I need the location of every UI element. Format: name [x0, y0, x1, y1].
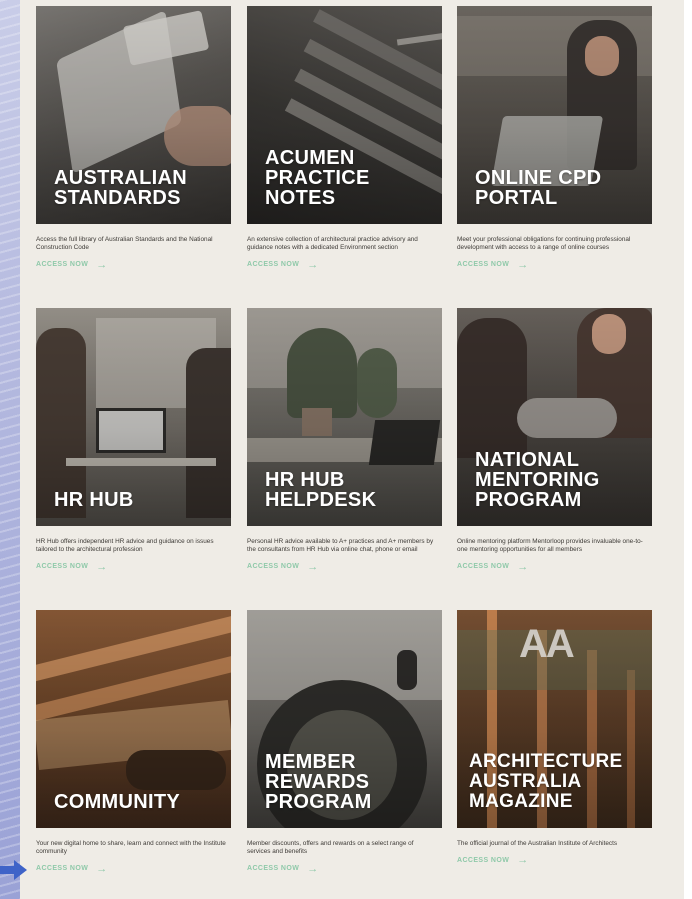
tile-title: ONLINE CPD PORTAL	[475, 167, 602, 209]
tile-title: COMMUNITY	[54, 791, 181, 813]
tile-title: NATIONAL MENTORING PROGRAM	[475, 449, 600, 511]
access-now-link[interactable]: ACCESS NOW →	[36, 862, 231, 875]
tile-national-mentoring-program[interactable]: NATIONAL MENTORING PROGRAM	[457, 308, 652, 526]
tile-title: MEMBER REWARDS PROGRAM	[265, 751, 372, 813]
access-now-link[interactable]: ACCESS NOW →	[36, 258, 231, 271]
access-now-label: ACCESS NOW	[457, 856, 510, 864]
tile-hr-hub[interactable]: HR HUB	[36, 308, 231, 526]
tile-title: HR HUB	[54, 489, 134, 511]
card-description: Online mentoring platform Mentorloop pro…	[457, 538, 643, 554]
card-community: COMMUNITY Your new digital home to share…	[36, 610, 231, 875]
card-australian-standards: AUSTRALIAN STANDARDS Access the full lib…	[36, 6, 231, 271]
tile-acumen-practice-notes[interactable]: ACUMEN PRACTICE NOTES	[247, 6, 442, 224]
arrow-right-icon: →	[517, 854, 529, 867]
arrow-right-icon: →	[517, 258, 529, 271]
access-now-link[interactable]: ACCESS NOW →	[457, 854, 652, 867]
card-description: Access the full library of Australian St…	[36, 236, 213, 252]
arrow-right-icon: →	[517, 560, 529, 573]
tile-title: ACUMEN PRACTICE NOTES	[265, 147, 370, 209]
arrow-right-icon: →	[96, 560, 108, 573]
member-benefits-page: AUSTRALIAN STANDARDS Access the full lib…	[20, 0, 684, 899]
access-now-label: ACCESS NOW	[247, 865, 300, 873]
tile-community[interactable]: COMMUNITY	[36, 610, 231, 828]
card-acumen-practice-notes: ACUMEN PRACTICE NOTES An extensive colle…	[247, 6, 442, 271]
tile-title: HR HUB HELPDESK	[265, 469, 377, 511]
tile-title: ARCHITECTURE AUSTRALIA MAGAZINE	[469, 751, 623, 812]
benefits-grid: AUSTRALIAN STANDARDS Access the full lib…	[20, 0, 684, 899]
access-now-label: ACCESS NOW	[247, 563, 300, 571]
left-decorative-strip	[0, 0, 20, 899]
card-description: Your new digital home to share, learn an…	[36, 840, 226, 856]
tile-title: AUSTRALIAN STANDARDS	[54, 167, 187, 209]
access-now-link[interactable]: ACCESS NOW →	[457, 560, 652, 573]
card-description: HR Hub offers independent HR advice and …	[36, 538, 214, 554]
card-description: Meet your professional obligations for c…	[457, 236, 631, 252]
access-now-link[interactable]: ACCESS NOW →	[247, 560, 442, 573]
access-now-link[interactable]: ACCESS NOW →	[36, 560, 231, 573]
arrow-right-icon: →	[307, 560, 319, 573]
access-now-label: ACCESS NOW	[457, 261, 510, 269]
card-national-mentoring-program: NATIONAL MENTORING PROGRAM Online mentor…	[457, 308, 652, 573]
tile-architecture-australia-magazine[interactable]: AA ARCHITECTURE AUSTRALIA MAGAZINE	[457, 610, 652, 828]
card-online-cpd-portal: ONLINE CPD PORTAL Meet your professional…	[457, 6, 652, 271]
access-now-label: ACCESS NOW	[247, 261, 300, 269]
arrow-right-icon: →	[96, 862, 108, 875]
access-now-label: ACCESS NOW	[36, 261, 89, 269]
aa-logo: AA	[519, 622, 575, 666]
tile-online-cpd-portal[interactable]: ONLINE CPD PORTAL	[457, 6, 652, 224]
card-description: An extensive collection of architectural…	[247, 236, 418, 252]
tile-australian-standards[interactable]: AUSTRALIAN STANDARDS	[36, 6, 231, 224]
card-hr-hub-helpdesk: HR HUB HELPDESK Personal HR advice avail…	[247, 308, 442, 573]
access-now-label: ACCESS NOW	[36, 563, 89, 571]
card-description: Member discounts, offers and rewards on …	[247, 840, 414, 856]
card-architecture-australia-magazine: AA ARCHITECTURE AUSTRALIA MAGAZINE The o…	[457, 610, 652, 867]
arrow-right-icon: →	[307, 258, 319, 271]
access-now-link[interactable]: ACCESS NOW →	[247, 862, 442, 875]
tile-member-rewards-program[interactable]: MEMBER REWARDS PROGRAM	[247, 610, 442, 828]
pointer-arrow-icon	[0, 860, 27, 880]
card-description: The official journal of the Australian I…	[457, 840, 618, 847]
arrow-right-icon: →	[307, 862, 319, 875]
access-now-link[interactable]: ACCESS NOW →	[247, 258, 442, 271]
tile-hr-hub-helpdesk[interactable]: HR HUB HELPDESK	[247, 308, 442, 526]
arrow-right-icon: →	[96, 258, 108, 271]
card-member-rewards-program: MEMBER REWARDS PROGRAM Member discounts,…	[247, 610, 442, 875]
card-hr-hub: HR HUB HR Hub offers independent HR advi…	[36, 308, 231, 573]
access-now-label: ACCESS NOW	[457, 563, 510, 571]
card-description: Personal HR advice available to A+ pract…	[247, 538, 434, 554]
access-now-link[interactable]: ACCESS NOW →	[457, 258, 652, 271]
access-now-label: ACCESS NOW	[36, 865, 89, 873]
